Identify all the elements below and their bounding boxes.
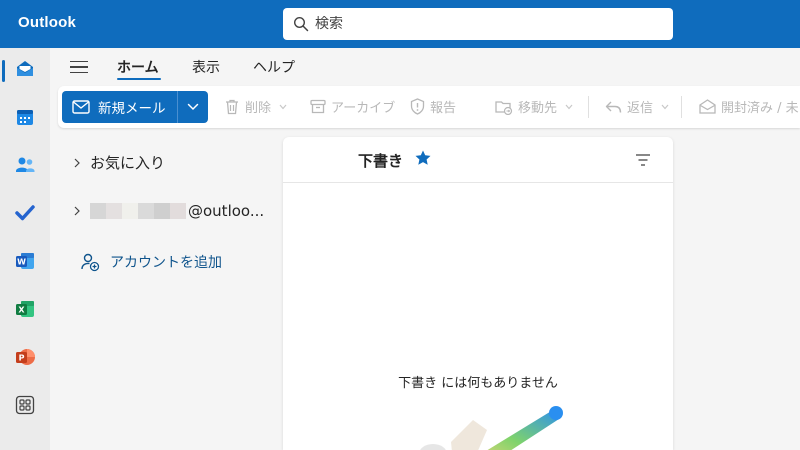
move-to-label: 移動先: [518, 101, 558, 116]
trash-icon: [226, 99, 238, 115]
redacted-account-name: [90, 203, 186, 219]
rail-more-apps[interactable]: [0, 387, 50, 427]
svg-text:W: W: [17, 258, 26, 267]
message-list: 下書き 下書き には何もありません: [283, 137, 673, 450]
tab-home-underline: [117, 78, 161, 80]
report-button[interactable]: 報告: [410, 97, 456, 116]
mail-icon: [14, 58, 36, 84]
tab-view[interactable]: 表示: [192, 57, 220, 77]
empty-folder-message: 下書き には何もありません: [398, 376, 558, 391]
rail-todo[interactable]: [0, 195, 50, 235]
new-mail-button[interactable]: 新規メール: [62, 91, 178, 123]
favorites-group[interactable]: お気に入り: [58, 152, 165, 173]
app-rail: W X P: [0, 48, 50, 450]
account-group[interactable]: @outloo...: [58, 202, 264, 220]
search-box[interactable]: [283, 8, 673, 40]
svg-text:X: X: [18, 306, 25, 315]
excel-icon: X: [14, 298, 36, 324]
tab-home[interactable]: ホーム: [117, 57, 159, 77]
search-icon: [293, 16, 309, 32]
reply-label: 返信: [627, 101, 654, 116]
rail-powerpoint[interactable]: P: [0, 339, 50, 379]
rail-calendar[interactable]: [0, 99, 50, 139]
apps-grid-icon: [14, 394, 36, 420]
folder-move-icon: [495, 100, 513, 115]
app-title[interactable]: Outlook: [18, 14, 76, 31]
rail-word[interactable]: W: [0, 243, 50, 283]
search-input[interactable]: [315, 16, 655, 32]
favorites-label: お気に入り: [90, 154, 166, 172]
people-icon: [14, 154, 36, 180]
empty-state-illustration: [413, 402, 573, 450]
new-mail-label: 新規メール: [98, 101, 166, 117]
add-account-label: アカウントを追加: [110, 255, 222, 271]
report-label: 報告: [430, 101, 457, 116]
svg-text:P: P: [19, 354, 25, 363]
chevron-down-icon: [661, 104, 669, 109]
folder-pane: お気に入り @outloo... アカウントを追加: [58, 128, 275, 450]
account-email-label: @outloo...: [188, 202, 265, 220]
new-mail-dropdown[interactable]: [178, 91, 208, 123]
ribbon-menu: ホーム 表示 ヘルプ: [50, 48, 800, 86]
chevron-down-icon: [279, 104, 287, 109]
reply-button[interactable]: 返信: [605, 97, 669, 116]
shield-alert-icon: [410, 98, 425, 115]
chevron-right-icon: [70, 158, 84, 168]
toolbar-divider: [681, 96, 682, 118]
filter-icon[interactable]: [635, 152, 651, 171]
rail-mail[interactable]: [0, 51, 50, 91]
chevron-down-icon: [187, 103, 199, 111]
hamburger-menu-icon[interactable]: [70, 57, 92, 77]
word-icon: W: [14, 250, 36, 276]
mark-read-button[interactable]: 開封済み / 未: [699, 97, 799, 116]
delete-label: 削除: [245, 101, 272, 116]
new-mail-split-button: 新規メール: [62, 91, 208, 123]
chevron-right-icon: [70, 206, 84, 216]
top-bar: Outlook: [0, 0, 800, 48]
rail-excel[interactable]: X: [0, 291, 50, 331]
mark-read-label: 開封済み / 未: [721, 101, 799, 116]
add-account-button[interactable]: アカウントを追加: [80, 252, 222, 272]
calendar-icon: [14, 106, 36, 132]
tab-help[interactable]: ヘルプ: [253, 57, 295, 77]
toolbar-divider: [588, 96, 589, 118]
delete-button[interactable]: 削除: [224, 97, 287, 116]
command-toolbar: 新規メール 削除 アーカイブ 報告 移動先 返信 開封済み / 未: [58, 86, 800, 128]
todo-check-icon: [14, 202, 36, 228]
folder-title: 下書き: [358, 152, 404, 170]
envelope-open-icon: [699, 99, 716, 114]
archive-label: アーカイブ: [331, 101, 396, 116]
archive-icon: [310, 99, 326, 114]
person-add-icon: [81, 253, 100, 272]
message-list-header: 下書き: [283, 137, 673, 183]
move-to-button[interactable]: 移動先: [495, 97, 573, 116]
favorite-star-icon[interactable]: [414, 149, 432, 171]
chevron-down-icon: [565, 104, 573, 109]
reply-icon: [605, 101, 622, 113]
envelope-icon: [72, 100, 90, 114]
powerpoint-icon: P: [14, 346, 36, 372]
rail-people[interactable]: [0, 147, 50, 187]
archive-button[interactable]: アーカイブ: [310, 97, 395, 116]
